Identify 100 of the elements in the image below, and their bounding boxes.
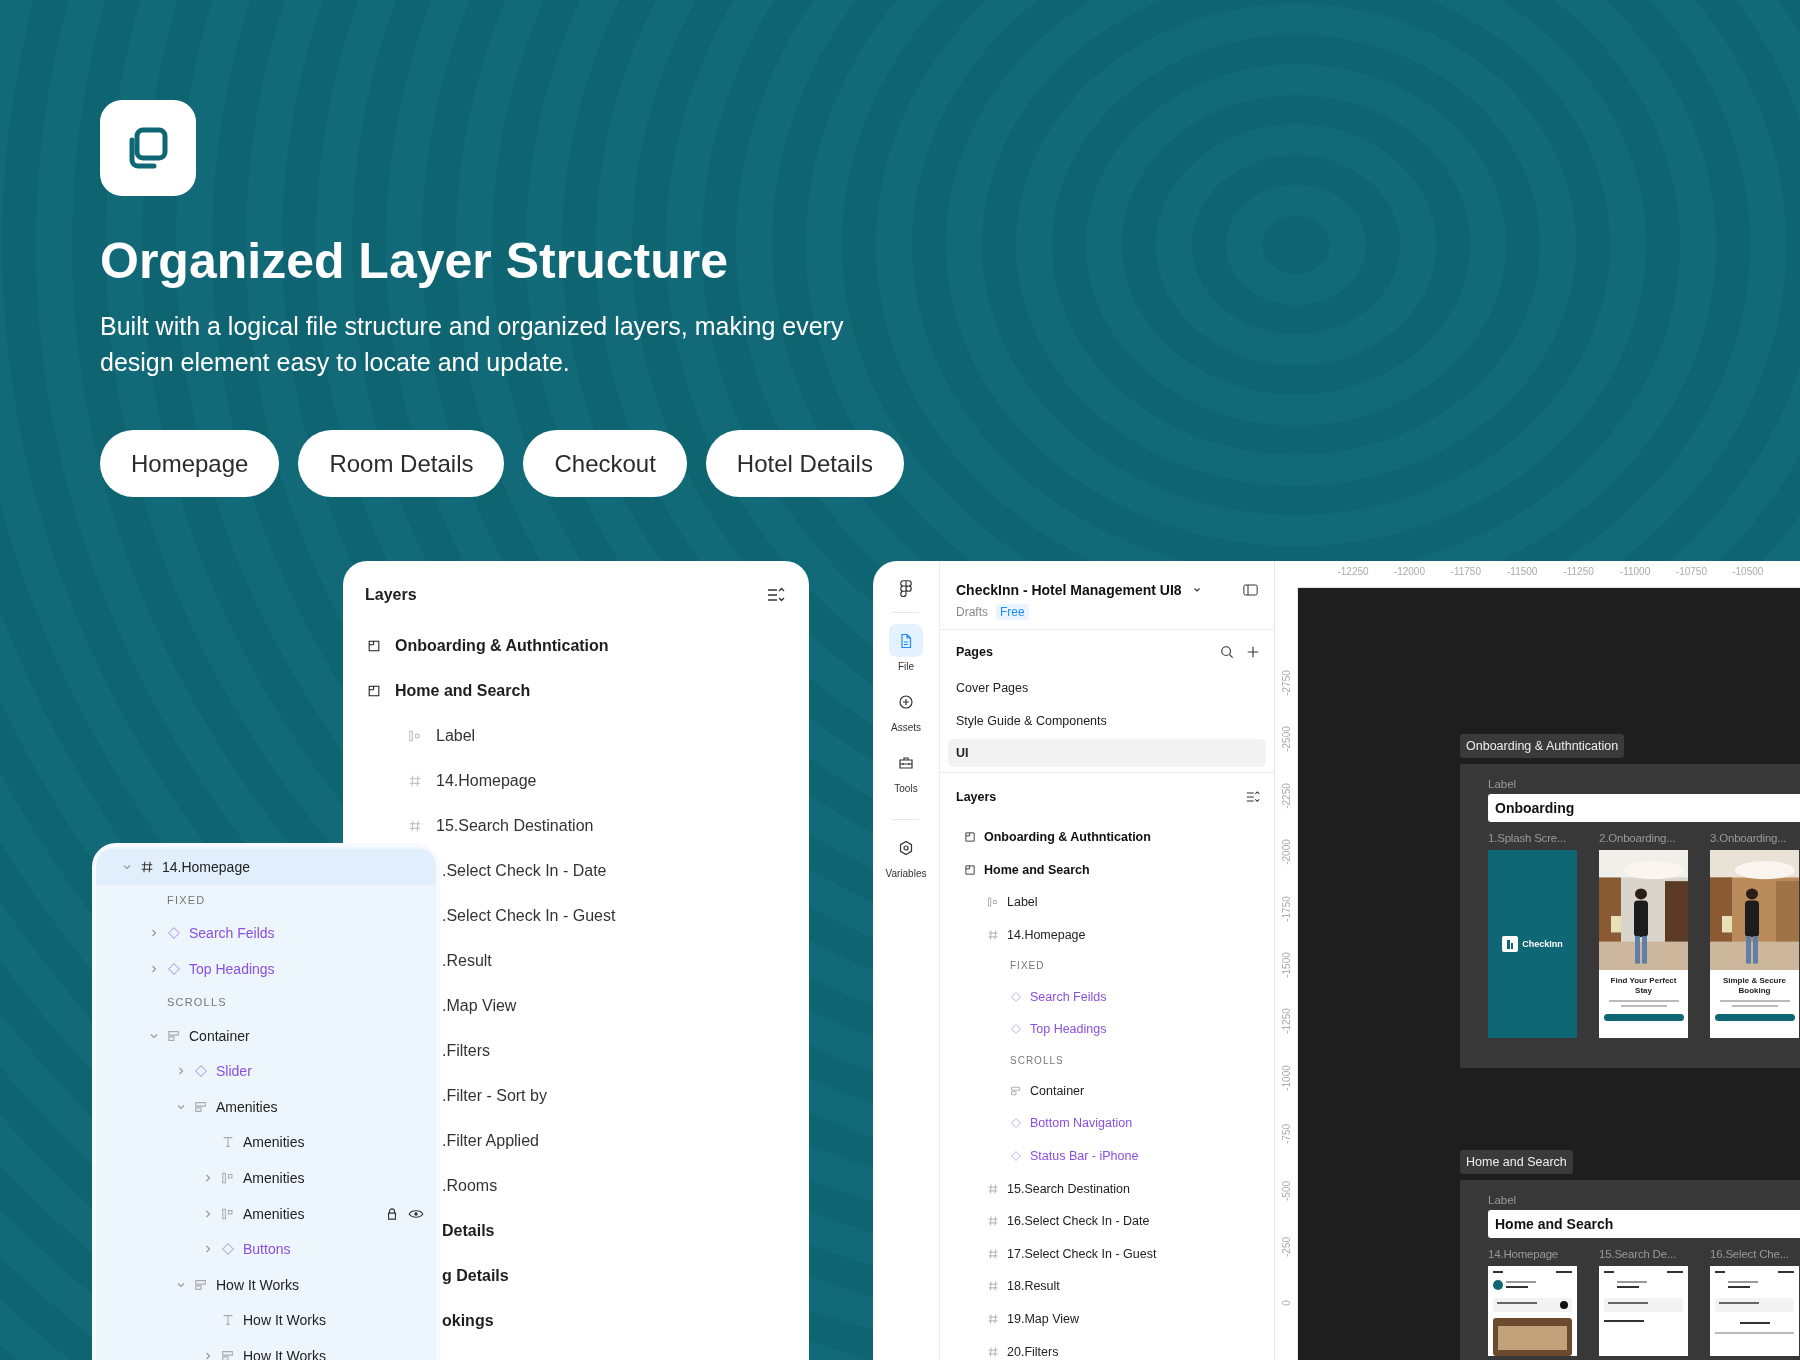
ruler-label: -1750 — [1280, 895, 1292, 922]
layer-item[interactable]: 15.Search Destination — [940, 1172, 1274, 1205]
layout-icon — [987, 896, 999, 909]
ruler-label: -11750 — [1450, 566, 1481, 577]
frame-name[interactable]: 14.Homepage — [1488, 1248, 1577, 1266]
layer-item[interactable]: .Filter Applied — [442, 1118, 809, 1163]
layer-item[interactable]: 14.Homepage — [96, 849, 436, 885]
ruler-label: -500 — [1280, 1180, 1292, 1201]
ruler-label: -12000 — [1393, 566, 1425, 577]
lock-icon[interactable] — [386, 1206, 398, 1221]
layer-item[interactable]: 17.Select Check In - Guest — [940, 1237, 1274, 1271]
stack-icon — [1010, 1084, 1022, 1097]
layer-item[interactable]: Container — [96, 1017, 436, 1054]
layer-item[interactable]: How It Works — [96, 1266, 436, 1303]
layer-item[interactable]: Bottom Navigation — [940, 1107, 1274, 1140]
plus-icon[interactable] — [1246, 645, 1260, 659]
hash-icon — [140, 859, 154, 874]
logo-icon[interactable] — [899, 579, 913, 600]
layer-item[interactable]: Home and Search — [940, 853, 1274, 887]
layer-item[interactable]: Status Bar - iPhone — [940, 1139, 1274, 1173]
frame-name[interactable]: 2.Onboarding... — [1599, 832, 1688, 850]
layer-item[interactable]: 14.Homepage — [343, 758, 809, 803]
collapse-icon[interactable] — [767, 587, 785, 603]
page-icon — [367, 638, 381, 653]
layer-item[interactable]: Label — [940, 886, 1274, 919]
tag-button[interactable]: Hotel Details — [705, 430, 904, 497]
layer-item[interactable]: .Rooms — [442, 1163, 809, 1208]
plan-badge: Free — [996, 604, 1029, 620]
file-title[interactable]: CheckInn - Hotel Management UI8 — [956, 582, 1182, 598]
frame-name[interactable]: 15.Search De... — [1599, 1248, 1688, 1266]
caret-icon[interactable] — [176, 1066, 186, 1077]
page-item[interactable]: UI — [948, 739, 1266, 767]
tag-button[interactable]: Room Details — [298, 430, 505, 497]
layer-item[interactable]: 19.Map View — [940, 1302, 1274, 1336]
label-caption: Label — [1488, 1194, 1518, 1208]
layer-item[interactable]: Amenities — [96, 1088, 436, 1125]
layer-item[interactable]: Container — [940, 1074, 1274, 1108]
layer-item[interactable]: .Select Check In - Guest — [442, 893, 809, 938]
section-tag[interactable]: Onboarding & Authntication — [1460, 734, 1625, 758]
layer-item[interactable]: .Filters — [442, 1028, 809, 1073]
frame-name[interactable]: 16.Select Che... — [1710, 1248, 1799, 1266]
caret-icon[interactable] — [149, 928, 159, 939]
rail-label: Assets — [891, 722, 921, 733]
layer-item[interactable]: Top Headings — [940, 1012, 1274, 1046]
layer-item[interactable]: Amenities — [96, 1160, 436, 1196]
layer-item[interactable]: 16.Select Check In - Date — [940, 1204, 1274, 1238]
layer-item[interactable]: .Select Check In - Date — [442, 848, 809, 893]
stack-icon — [167, 1028, 181, 1043]
layer-item[interactable]: Label — [343, 713, 809, 758]
layer-item[interactable]: .Filter - Sort by — [442, 1073, 809, 1118]
hash-icon — [408, 818, 422, 833]
rail-label: Variables — [885, 868, 927, 879]
section-title: Pages — [956, 645, 993, 659]
layer-item[interactable]: .Map View — [442, 983, 809, 1028]
layer-item[interactable]: Search Feilds — [96, 915, 436, 952]
caret-icon[interactable] — [203, 1244, 213, 1255]
caret-icon[interactable] — [149, 964, 159, 974]
eye-icon[interactable] — [408, 1207, 424, 1220]
frame-name[interactable]: 1.Splash Scre... — [1488, 832, 1577, 850]
page-item[interactable]: Cover Pages — [948, 674, 1266, 702]
layer-item[interactable]: Slider — [96, 1053, 436, 1089]
layer-item[interactable]: How It Works — [96, 1302, 436, 1339]
layer-item[interactable]: Onboarding & Authntication — [343, 623, 809, 668]
layer-item[interactable]: Amenities — [96, 1124, 436, 1161]
layer-item[interactable]: Details — [442, 1208, 809, 1253]
layer-item[interactable]: 14.Homepage — [940, 918, 1274, 952]
layer-item[interactable]: Top Headings — [96, 951, 436, 987]
layer-item[interactable]: Buttons — [96, 1231, 436, 1267]
layer-item[interactable]: g Details — [442, 1253, 809, 1298]
tag-button[interactable]: Checkout — [523, 430, 687, 497]
search-icon[interactable] — [1220, 645, 1234, 659]
page-icon — [964, 863, 976, 876]
section-label: FIXED — [1009, 959, 1046, 974]
tag-button[interactable]: Homepage — [100, 430, 280, 497]
caret-icon[interactable] — [203, 1172, 213, 1183]
collapse-icon[interactable] — [1246, 790, 1260, 804]
layer-item[interactable]: 18.Result — [940, 1270, 1274, 1303]
layer-item[interactable]: 15.Search Destination — [343, 803, 809, 848]
hexagon-icon — [898, 839, 914, 856]
plus-circle-icon — [898, 693, 914, 710]
hash-icon — [987, 1182, 999, 1195]
layer-item[interactable]: Onboarding & Authntication — [940, 821, 1274, 854]
layer-item[interactable]: .Result — [442, 938, 809, 983]
sidebar-toggle-icon[interactable] — [1243, 584, 1258, 596]
location-label[interactable]: Drafts — [956, 605, 988, 619]
layer-item[interactable]: okings — [442, 1298, 809, 1343]
text-placeholder-drawing — [1719, 1000, 1790, 1008]
section-tag[interactable]: Home and Search — [1460, 1150, 1573, 1174]
caret-icon[interactable] — [203, 1208, 213, 1219]
hash-icon — [987, 1215, 999, 1228]
layer-item[interactable]: Search Feilds — [940, 980, 1274, 1013]
stack-icon — [194, 1099, 208, 1114]
caret-icon[interactable] — [203, 1350, 213, 1360]
frame-name[interactable]: 3.Onboarding... — [1710, 832, 1799, 850]
layer-item[interactable]: Amenities — [96, 1195, 436, 1232]
logo-icon — [1502, 936, 1519, 952]
page-item[interactable]: Style Guide & Components — [948, 706, 1266, 735]
layer-item[interactable]: Home and Search — [343, 668, 809, 713]
layer-item[interactable]: 20.Filters — [940, 1335, 1274, 1360]
rail-label: File — [897, 661, 915, 672]
